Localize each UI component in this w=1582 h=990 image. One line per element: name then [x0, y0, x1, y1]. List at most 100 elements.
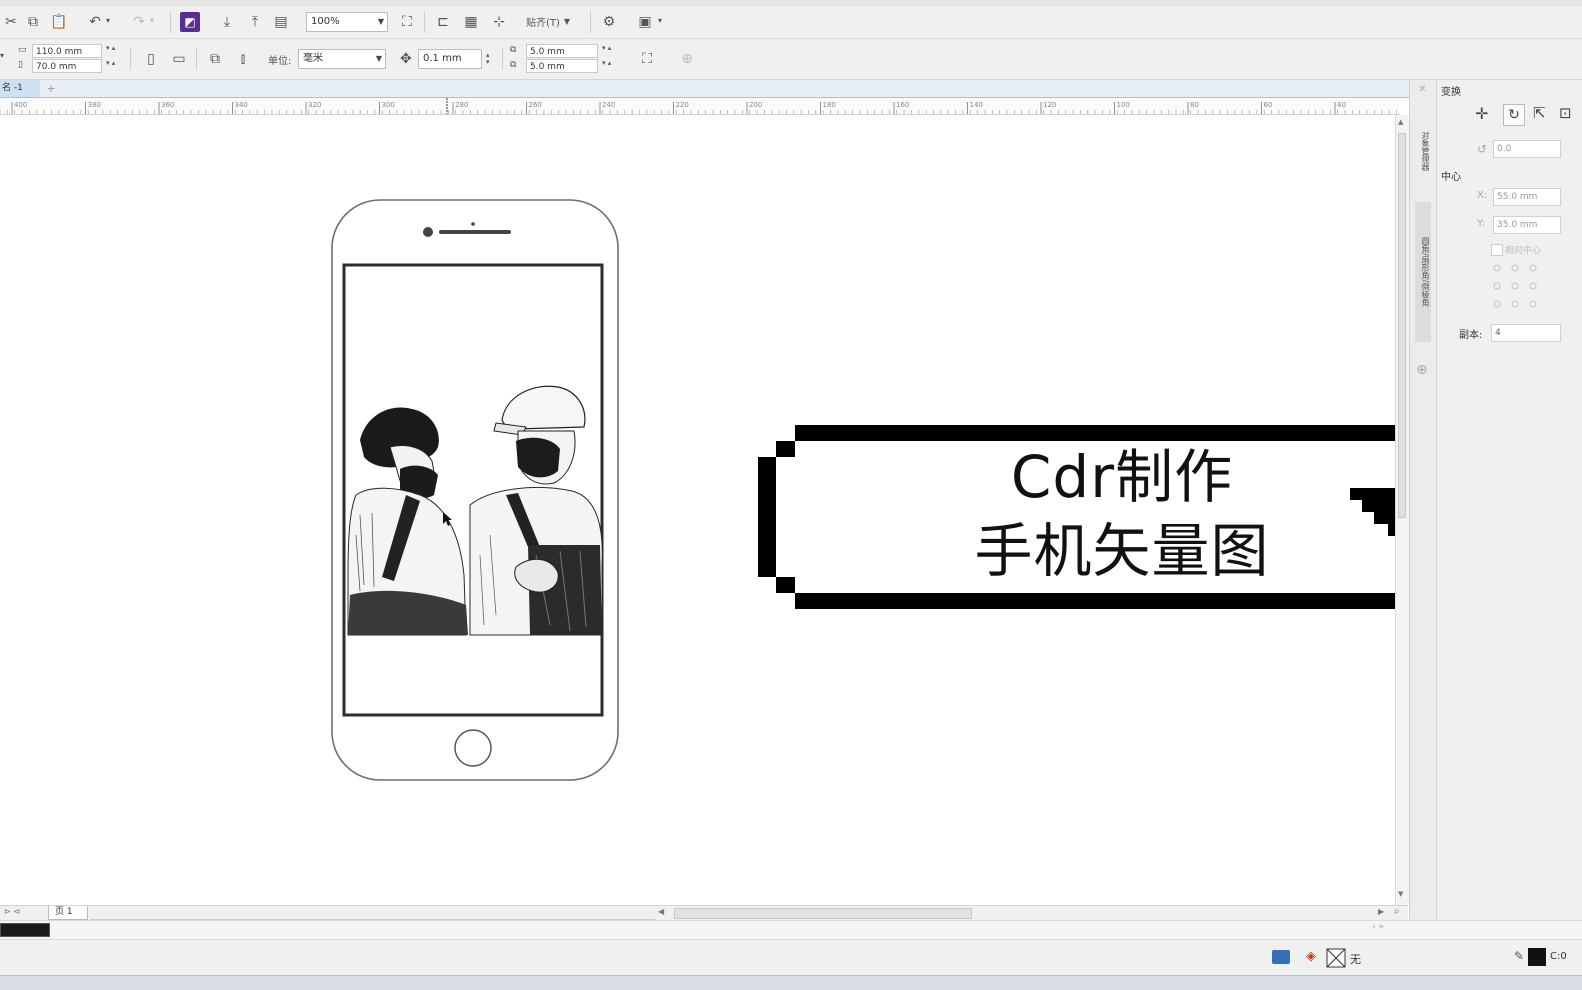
- color-profile-icon[interactable]: [1272, 950, 1290, 964]
- redo-dropdown-icon[interactable]: ▾: [150, 16, 154, 25]
- fill-status-text: 无: [1350, 953, 1361, 966]
- scroll-down-icon[interactable]: ▼: [1398, 890, 1403, 898]
- show-rulers-icon[interactable]: ⊏: [432, 11, 454, 33]
- zoom-navigator-icon[interactable]: ⌕: [1394, 906, 1400, 917]
- vertical-scrollbar[interactable]: ▲ ▼: [1395, 115, 1409, 905]
- object-height-field[interactable]: 70.0 mm: [32, 59, 102, 73]
- center-x-field[interactable]: 55.0 mm: [1493, 188, 1561, 206]
- close-docker-icon[interactable]: ✕: [1418, 84, 1426, 95]
- portrait-icon[interactable]: ▯: [140, 48, 162, 70]
- chevron-down-icon[interactable]: ▾: [0, 51, 4, 60]
- copies-field[interactable]: 4: [1491, 324, 1561, 342]
- cut-icon[interactable]: ✂: [0, 11, 22, 33]
- height-spinner-icon[interactable]: ▾ ▴: [106, 60, 115, 67]
- ruler-tick-label: 240: [602, 101, 615, 109]
- object-width-field[interactable]: 110.0 mm: [32, 44, 102, 58]
- center-y-field[interactable]: 35.0 mm: [1493, 216, 1561, 234]
- ruler-tick-label: 360: [161, 101, 174, 109]
- add-toolbar-item-icon[interactable]: ⊕: [676, 48, 698, 70]
- publish-pdf-icon[interactable]: ▤: [270, 11, 292, 33]
- treat-as-filled-icon[interactable]: ⛶: [636, 48, 658, 70]
- front-camera-icon: [423, 227, 433, 237]
- all-pages-icon[interactable]: ⧉: [204, 48, 226, 70]
- units-select[interactable]: 毫米 ▼: [298, 49, 386, 69]
- phone-mockup[interactable]: [320, 195, 630, 795]
- separator: [424, 11, 425, 33]
- snap-to-menu[interactable]: 贴齐(T) ▼: [526, 14, 570, 29]
- rotate-icon[interactable]: ↻: [1503, 104, 1525, 126]
- first-page-icon[interactable]: ⊳ ⊲: [4, 907, 20, 916]
- duplicate-distance-y-field[interactable]: 5.0 mm: [526, 59, 598, 73]
- fill-bucket-icon: ◈: [1306, 949, 1316, 964]
- tab-object-manager[interactable]: 对象管理器: [1415, 106, 1431, 196]
- drawing-canvas[interactable]: Cdr制作 手机矢量图: [0, 115, 1543, 905]
- add-document-icon[interactable]: +: [44, 82, 58, 95]
- document-tab[interactable]: 名 -1: [0, 80, 40, 97]
- width-spinner-icon[interactable]: ▾ ▴: [106, 45, 115, 52]
- palette-swatch-black[interactable]: [0, 923, 50, 937]
- redo-icon[interactable]: ↷: [128, 11, 150, 33]
- ruler-tick-label: 120: [1043, 101, 1056, 109]
- ruler-tick-label: 400: [14, 101, 27, 109]
- position-icon[interactable]: ✛: [1475, 104, 1488, 123]
- options-gear-icon[interactable]: ⚙: [598, 11, 620, 33]
- dup-x-spinner-icon[interactable]: ▾ ▴: [602, 45, 611, 52]
- full-screen-icon[interactable]: ⛶: [396, 11, 418, 33]
- relative-center-checkbox[interactable]: [1491, 244, 1503, 256]
- show-guidelines-icon[interactable]: ⊹: [488, 11, 510, 33]
- outline-pen-icon: ✎: [1514, 949, 1525, 963]
- copy-icon[interactable]: ⧉: [22, 11, 44, 33]
- ruler-tick-label: 60: [1264, 101, 1273, 109]
- ruler-tick-label: 340: [235, 101, 248, 109]
- paste-icon[interactable]: 📋: [48, 11, 70, 33]
- show-grid-icon[interactable]: ▦: [460, 11, 482, 33]
- separator: [590, 11, 591, 33]
- add-docker-icon[interactable]: ⊕: [1416, 362, 1428, 378]
- ruler-tick-label: 140: [970, 101, 983, 109]
- search-content-icon[interactable]: ◩: [180, 12, 200, 32]
- standard-toolbar: ✂ ⧉ 📋 ↶ ▾ ↷ ▾ ◩ ⤓ ⤒ ▤ 100% ▼ ⛶ ⊏ ▦ ⊹ 贴齐(…: [0, 6, 1582, 39]
- copies-label: 副本:: [1459, 330, 1483, 341]
- banner-title: Cdr制作 手机矢量图: [832, 440, 1412, 588]
- vertical-scroll-thumb[interactable]: [1398, 133, 1406, 518]
- landscape-icon[interactable]: ▭: [168, 48, 190, 70]
- page-tab-1[interactable]: 页 1: [48, 906, 88, 920]
- nudge-distance-field[interactable]: 0.1 mm: [418, 49, 482, 69]
- scroll-right-icon[interactable]: ▶: [1378, 907, 1384, 916]
- duplicate-distance-x-field[interactable]: 5.0 mm: [526, 44, 598, 58]
- dup-y-spinner-icon[interactable]: ▾ ▴: [602, 60, 611, 67]
- undo-dropdown-icon[interactable]: ▾: [106, 16, 110, 25]
- ruler-tick-label: 200: [749, 101, 762, 109]
- rotation-angle-field[interactable]: 0.0: [1493, 140, 1561, 158]
- ruler-tick-label: 40: [1337, 101, 1346, 109]
- ruler-tick-label: 160: [896, 101, 909, 109]
- anchor-grid[interactable]: [1491, 262, 1541, 312]
- separator: [196, 48, 197, 70]
- import-icon[interactable]: ⤓: [216, 11, 238, 33]
- outline-color-swatch: [1528, 948, 1546, 966]
- ruler-tick-label: 220: [676, 101, 689, 109]
- export-icon[interactable]: ⤒: [244, 11, 266, 33]
- scale-mirror-icon[interactable]: ⇱: [1533, 104, 1546, 122]
- size-icon[interactable]: ⊡: [1559, 104, 1572, 122]
- home-button-icon: [454, 729, 492, 767]
- scroll-left-icon[interactable]: ◀: [658, 907, 664, 916]
- horizontal-ruler[interactable]: 400 380 360 340 320 300 280 260 240 220 200 180 160 1…: [0, 98, 1400, 115]
- width-icon: ▭: [18, 45, 27, 55]
- palette-scroll-icon[interactable]: › »: [1372, 922, 1384, 932]
- ruler-tick-label: 180: [823, 101, 836, 109]
- page-tab-area: [90, 907, 655, 920]
- banner-title-line-2: 手机矢量图: [974, 517, 1270, 585]
- current-page-icon[interactable]: ⫾: [232, 48, 254, 70]
- zoom-level-select[interactable]: 100% ▼: [306, 12, 388, 32]
- tab-fillet-scallop-chamfer[interactable]: 圆角/扇形角/倒棱角: [1415, 202, 1431, 342]
- mouse-cursor-icon: [443, 512, 452, 526]
- outline-color-readout: C:0: [1550, 951, 1567, 962]
- scroll-up-icon[interactable]: ▲: [1398, 118, 1403, 126]
- undo-icon[interactable]: ↶: [84, 11, 106, 33]
- document-palette: › »: [0, 920, 1582, 940]
- nudge-spinner-icon[interactable]: ▴ ▾: [486, 52, 490, 66]
- chevron-down-icon[interactable]: ▾: [658, 16, 662, 25]
- application-launcher-icon[interactable]: ▣: [634, 11, 656, 33]
- horizontal-scroll-thumb[interactable]: [674, 908, 972, 919]
